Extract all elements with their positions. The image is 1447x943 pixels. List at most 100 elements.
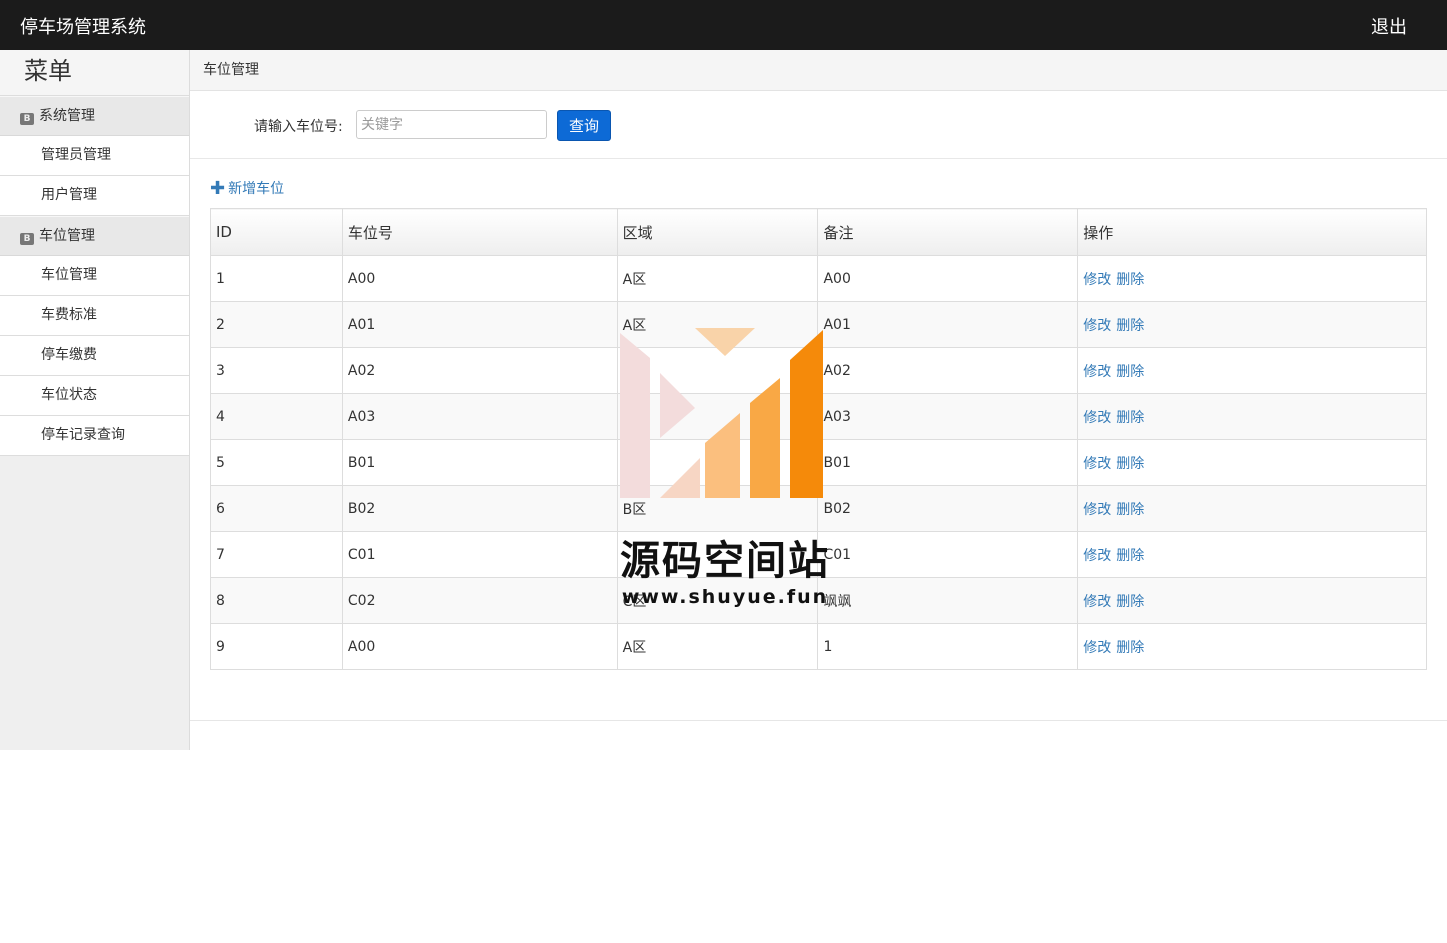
edit-link[interactable]: 修改 [1083,272,1111,288]
cell-remark: 1 [817,623,1079,670]
parking-space-table: ID 车位号 区域 备注 操作 1 A00 A区 A00 修改 删除 2 A01 A区 A01 修改… [210,208,1427,670]
sidebar-title: 菜单 [0,50,189,96]
cell-actions: 修改 删除 [1077,301,1427,348]
table-row: 2 A01 A区 A01 修改 删除 [210,301,1427,348]
plus-icon: ✚ [210,178,226,199]
cell-space-number: A02 [341,347,618,394]
cell-space-number: B01 [341,439,618,486]
cell-actions: 修改 删除 [1077,347,1427,394]
cell-id: 1 [210,255,343,302]
sidebar-item-parking-records[interactable]: 停车记录查询 [0,416,189,456]
search-label: 请输入车位号: [254,119,343,135]
sidebar-group-system[interactable]: B 系统管理 [0,96,189,136]
table-header-row: ID 车位号 区域 备注 操作 [210,208,1427,256]
table-row: 1 A00 A区 A00 修改 删除 [210,255,1427,302]
edit-link[interactable]: 修改 [1083,456,1111,472]
top-navbar: 停车场管理系统 退出 [0,0,1447,50]
cell-actions: 修改 删除 [1077,485,1427,532]
edit-link[interactable]: 修改 [1083,364,1111,380]
edit-link[interactable]: 修改 [1083,502,1111,518]
table-row: 4 A03 A03 修改 删除 [210,393,1427,440]
cell-actions: 修改 删除 [1077,531,1427,578]
cell-remark: A02 [817,347,1079,394]
sidebar-group-parking[interactable]: B 车位管理 [0,216,189,256]
column-header: 区域 [616,208,819,256]
cell-area [616,531,819,578]
list-icon: B [20,113,34,125]
sidebar: 菜单 B 系统管理 管理员管理 用户管理 B 车位管理 车位管理 车费标准 停车缴费… [0,50,190,750]
cell-remark: B01 [817,439,1079,486]
edit-link[interactable]: 修改 [1083,318,1111,334]
table-row: 7 C01 C01 修改 删除 [210,531,1427,578]
cell-area: A区 [616,301,819,348]
edit-link[interactable]: 修改 [1083,548,1111,564]
table-row: 5 B01 B01 修改 删除 [210,439,1427,486]
table-row: 9 A00 A区 1 修改 删除 [210,623,1427,670]
delete-link[interactable]: 删除 [1116,502,1144,518]
cell-space-number: B02 [341,485,618,532]
cell-id: 5 [210,439,343,486]
column-header: 车位号 [341,208,618,256]
sidebar-group-label: 系统管理 [39,108,95,124]
search-bar: 请输入车位号: 查询 [190,91,1447,159]
table-row: 8 C02 C区 飒飒 修改 删除 [210,577,1427,624]
cell-id: 6 [210,485,343,532]
cell-area [616,439,819,486]
delete-link[interactable]: 删除 [1116,410,1144,426]
cell-id: 3 [210,347,343,394]
edit-link[interactable]: 修改 [1083,640,1111,656]
sidebar-item-user-management[interactable]: 用户管理 [0,176,189,216]
cell-area: B区 [616,485,819,532]
delete-link[interactable]: 删除 [1116,594,1144,610]
cell-actions: 修改 删除 [1077,577,1427,624]
list-icon: B [20,233,34,245]
cell-space-number: A03 [341,393,618,440]
cell-space-number: C02 [341,577,618,624]
cell-area: A区 [616,623,819,670]
sidebar-item-fee-standard[interactable]: 车费标准 [0,296,189,336]
cell-area [616,393,819,440]
delete-link[interactable]: 删除 [1116,456,1144,472]
cell-id: 7 [210,531,343,578]
add-space-label: 新增车位 [228,181,285,197]
cell-remark: A00 [817,255,1079,302]
logout-link[interactable]: 退出 [1371,13,1407,39]
column-header: 操作 [1077,208,1427,256]
sidebar-item-space-status[interactable]: 车位状态 [0,376,189,416]
search-input[interactable] [356,110,547,139]
cell-remark: B02 [817,485,1079,532]
delete-link[interactable]: 删除 [1116,640,1144,656]
edit-link[interactable]: 修改 [1083,410,1111,426]
cell-remark: A01 [817,301,1079,348]
search-button[interactable]: 查询 [557,110,611,141]
cell-space-number: C01 [341,531,618,578]
sidebar-item-parking-payment[interactable]: 停车缴费 [0,336,189,376]
cell-space-number: A01 [341,301,618,348]
cell-id: 9 [210,623,343,670]
cell-remark: C01 [817,531,1079,578]
sidebar-item-space-management[interactable]: 车位管理 [0,256,189,296]
cell-area [616,347,819,394]
cell-actions: 修改 删除 [1077,623,1427,670]
breadcrumb: 车位管理 [190,50,1447,91]
cell-remark: 飒飒 [817,577,1079,624]
add-space-link[interactable]: ✚ 新增车位 [210,178,284,199]
main-content: 车位管理 请输入车位号: 查询 ✚新增车位 ID 车位号 区域 备注 操作 1A… [190,50,1447,721]
delete-link[interactable]: 删除 [1116,364,1144,380]
column-header: ID [210,208,343,256]
cell-id: 8 [210,577,343,624]
cell-space-number: A00 [341,255,618,302]
delete-link[interactable]: 删除 [1116,318,1144,334]
sidebar-item-admin-management[interactable]: 管理员管理 [0,136,189,176]
cell-area: A区 [616,255,819,302]
cell-space-number: A00 [341,623,618,670]
cell-actions: 修改 删除 [1077,255,1427,302]
edit-link[interactable]: 修改 [1083,594,1111,610]
table-row: 6 B02 B区 B02 修改 删除 [210,485,1427,532]
cell-id: 2 [210,301,343,348]
app-title: 停车场管理系统 [20,17,146,38]
delete-link[interactable]: 删除 [1116,548,1144,564]
cell-actions: 修改 删除 [1077,393,1427,440]
delete-link[interactable]: 删除 [1116,272,1144,288]
cell-remark: A03 [817,393,1079,440]
